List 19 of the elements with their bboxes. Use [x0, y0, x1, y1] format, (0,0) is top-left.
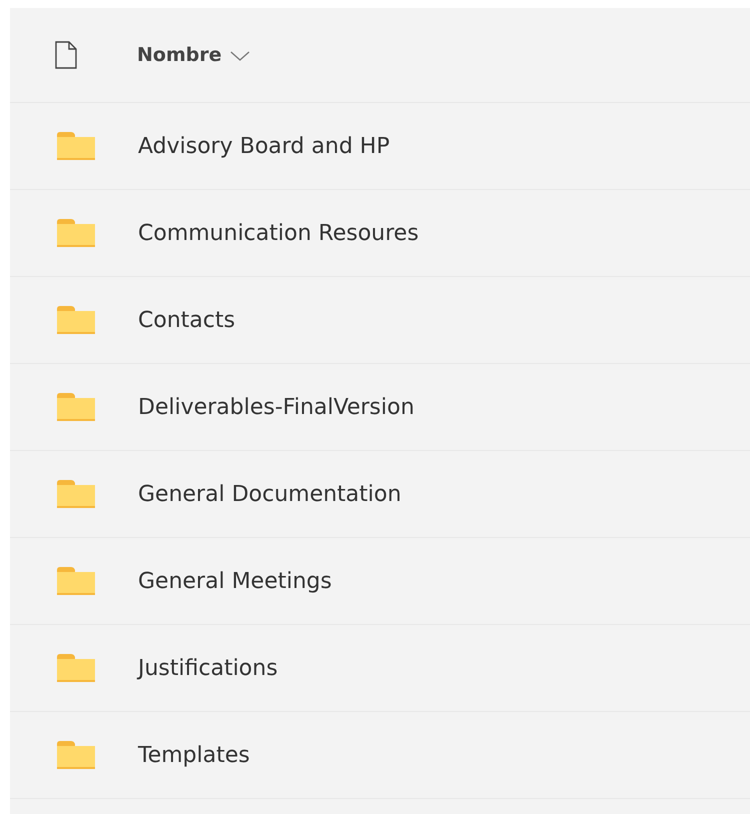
name-column-header[interactable]: Nombre — [137, 44, 250, 66]
folder-icon — [57, 654, 95, 682]
folder-icon — [57, 306, 95, 334]
folder-name-link[interactable]: General Documentation — [138, 482, 402, 506]
folder-name-link[interactable]: Advisory Board and HP — [138, 134, 390, 158]
chevron-down-icon — [230, 51, 250, 61]
folder-icon — [57, 741, 95, 769]
folder-name-link[interactable]: Contacts — [138, 308, 236, 332]
folder-name-link[interactable]: Templates — [138, 742, 250, 768]
folder-icon — [57, 132, 95, 160]
folder-icon — [57, 567, 95, 595]
folder-icon — [57, 219, 95, 247]
folder-name-link[interactable]: General Meetings — [138, 568, 332, 594]
folder-icon — [57, 480, 95, 508]
folder-name-link[interactable]: Communication Resoures — [138, 220, 419, 246]
document-icon — [55, 41, 77, 69]
folder-icon — [57, 393, 95, 421]
folder-name-link[interactable]: Justifications — [138, 656, 278, 680]
folder-name-link[interactable]: Deliverables-FinalVersion — [138, 394, 414, 420]
